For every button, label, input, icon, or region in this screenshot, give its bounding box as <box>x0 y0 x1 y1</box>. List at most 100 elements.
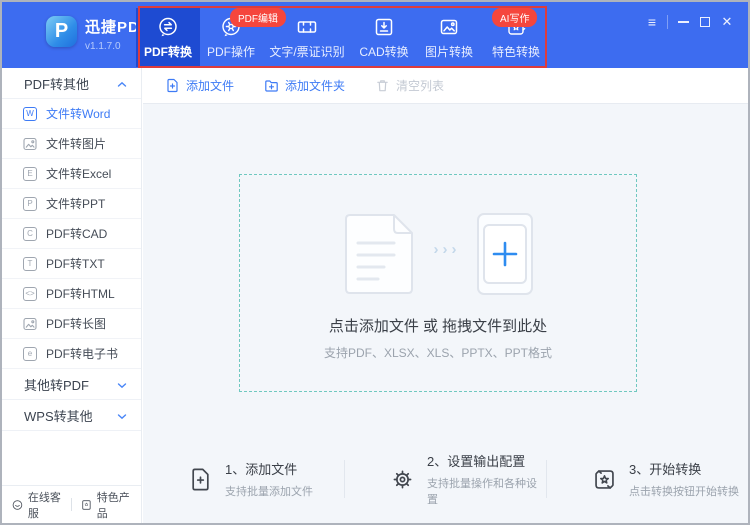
steps-bar: 1、添加文件 支持批量添加文件 2、设置输出配置 支持批量操作和各种设置 3、开… <box>143 451 748 507</box>
swap-circle-icon <box>156 15 180 43</box>
add-card-icon <box>476 213 533 295</box>
tab-image-convert[interactable]: 图片转换 <box>416 8 482 67</box>
chevron-down-icon <box>117 377 127 392</box>
ticket-icon <box>295 15 319 43</box>
step-output-settings: 2、设置输出配置 支持批量操作和各种设置 <box>345 451 546 507</box>
photo-icon <box>23 317 37 330</box>
tab-label: 文字/票证识别 <box>269 45 345 59</box>
step-title: 3、开始转换 <box>629 462 702 477</box>
minimize-button[interactable] <box>672 11 694 33</box>
drop-zone-graphics: ››› <box>240 211 636 297</box>
add-folder-button[interactable]: 添加文件夹 <box>264 77 345 94</box>
add-file-icon <box>167 78 178 93</box>
close-button[interactable]: ✕ <box>716 11 738 33</box>
menu-icon[interactable]: ≡ <box>641 11 663 33</box>
sidebar-footer: 在线客服 特色产品 <box>2 485 141 523</box>
sidebar-item-pdf-to-txt[interactable]: T PDF转TXT <box>2 249 141 279</box>
excel-doc-icon: E <box>23 166 37 181</box>
sidebar: PDF转其他 W 文件转Word 文件转图片 E 文件转Excel P 文件转P… <box>2 68 142 523</box>
sidebar-item-pdf-to-ebook[interactable]: e PDF转电子书 <box>2 339 141 369</box>
sidebar-item-pdf-to-cad[interactable]: C PDF转CAD <box>2 219 141 249</box>
step-subtitle: 点击转换按钮开始转换 <box>629 486 739 498</box>
featured-products-button[interactable]: 特色产品 <box>81 489 131 521</box>
smiley-icon <box>12 499 23 510</box>
word-doc-icon: W <box>23 106 37 121</box>
badge-ai-write: AI写作 <box>492 8 538 27</box>
document-icon <box>344 214 413 294</box>
section-label: 其他转PDF <box>24 377 90 393</box>
chevron-down-icon <box>117 408 127 423</box>
tab-label: PDF操作 <box>206 45 255 59</box>
sidebar-item-file-to-ppt[interactable]: P 文件转PPT <box>2 189 141 219</box>
online-service-label: 在线客服 <box>27 491 61 520</box>
main-panel: ››› 点击添加文件 或 拖拽文件到此处 支持PDF、XLSX、XLS、PPTX… <box>143 104 748 523</box>
file-drop-zone[interactable]: ››› 点击添加文件 或 拖拽文件到此处 支持PDF、XLSX、XLS、PPTX… <box>239 174 637 392</box>
step-title: 1、添加文件 <box>225 462 298 477</box>
drop-zone-formats: 支持PDF、XLSX、XLS、PPTX、PPT格式 <box>323 346 553 360</box>
tab-cad-convert[interactable]: CAD转换 <box>352 8 416 67</box>
step-start-convert: 3、开始转换 点击转换按钮开始转换 <box>547 459 748 499</box>
sidebar-item-file-to-excel[interactable]: E 文件转Excel <box>2 159 141 189</box>
txt-doc-icon: T <box>23 256 37 271</box>
clear-list-button[interactable]: 清空列表 <box>375 77 444 94</box>
step-subtitle: 支持批量操作和各种设置 <box>427 478 537 506</box>
add-folder-icon <box>265 80 278 92</box>
file-toolbar: 添加文件 添加文件夹 清空列表 <box>143 68 748 104</box>
item-label: 文件转Excel <box>46 167 112 181</box>
section-label: PDF转其他 <box>24 76 90 92</box>
sidebar-section-wps-to-other[interactable]: WPS转其他 <box>2 400 141 431</box>
section-label: WPS转其他 <box>24 408 93 424</box>
html-doc-icon: <> <box>23 286 37 301</box>
step-subtitle: 支持批量添加文件 <box>225 486 313 498</box>
drop-zone-title: 点击添加文件 或 拖拽文件到此处 <box>328 318 548 335</box>
file-plus-icon <box>192 468 209 490</box>
badge-pdf-edit: PDF编辑 <box>230 8 286 27</box>
add-file-label: 添加文件 <box>186 79 235 93</box>
item-label: 文件转Word <box>46 107 111 121</box>
sidebar-section-pdf-to-other[interactable]: PDF转其他 <box>2 68 141 99</box>
sidebar-item-pdf-to-long-image[interactable]: PDF转长图 <box>2 309 141 339</box>
add-folder-label: 添加文件夹 <box>285 79 346 93</box>
star-cycle-icon <box>595 469 614 489</box>
item-label: 文件转PPT <box>46 197 106 211</box>
title-bar: P 迅捷PDF转换器 v1.1.7.0 PDF转换 <box>2 2 748 68</box>
cad-icon <box>372 15 396 43</box>
add-file-button[interactable]: 添加文件 <box>165 77 234 94</box>
tab-label: CAD转换 <box>359 45 409 59</box>
tab-pdf-convert[interactable]: PDF转换 <box>136 8 200 67</box>
item-label: PDF转HTML <box>46 287 115 301</box>
app-window: P 迅捷PDF转换器 v1.1.7.0 PDF转换 <box>0 0 750 525</box>
sidebar-item-file-to-word[interactable]: W 文件转Word <box>2 99 141 129</box>
trash-icon <box>377 80 388 92</box>
chevrons-icon: ››› <box>433 240 461 258</box>
image-icon <box>437 15 461 43</box>
tab-label: 特色转换 <box>491 45 540 59</box>
divider <box>667 15 668 29</box>
step-add-files: 1、添加文件 支持批量添加文件 <box>143 459 344 499</box>
clear-list-label: 清空列表 <box>396 79 445 93</box>
item-label: 文件转图片 <box>46 137 107 151</box>
window-controls: ≡ ✕ <box>641 11 738 33</box>
sidebar-section-other-to-pdf[interactable]: 其他转PDF <box>2 369 141 400</box>
sidebar-item-file-to-image[interactable]: 文件转图片 <box>2 129 141 159</box>
online-service-button[interactable]: 在线客服 <box>12 489 62 521</box>
sidebar-item-pdf-to-html[interactable]: <> PDF转HTML <box>2 279 141 309</box>
item-label: PDF转长图 <box>46 317 107 331</box>
ebook-doc-icon: e <box>23 346 37 361</box>
tab-label: PDF转换 <box>143 45 192 59</box>
item-label: PDF转CAD <box>46 227 108 241</box>
app-logo-icon: P <box>46 16 77 47</box>
tab-bar: PDF转换 PDF操作 文字/票证识别 CAD转换 图片转换 特色转换 <box>136 8 550 67</box>
photo-icon <box>23 137 37 150</box>
maximize-button[interactable] <box>694 11 716 33</box>
cad-doc-icon: C <box>23 226 37 241</box>
tab-label: 图片转换 <box>424 45 473 59</box>
divider <box>71 498 72 511</box>
gear-icon <box>393 470 412 488</box>
product-badge-icon <box>82 499 91 510</box>
step-title: 2、设置输出配置 <box>427 454 526 469</box>
featured-products-label: 特色产品 <box>96 491 130 520</box>
item-label: PDF转电子书 <box>46 347 119 361</box>
item-label: PDF转TXT <box>46 257 105 271</box>
chevron-up-icon <box>117 76 127 91</box>
